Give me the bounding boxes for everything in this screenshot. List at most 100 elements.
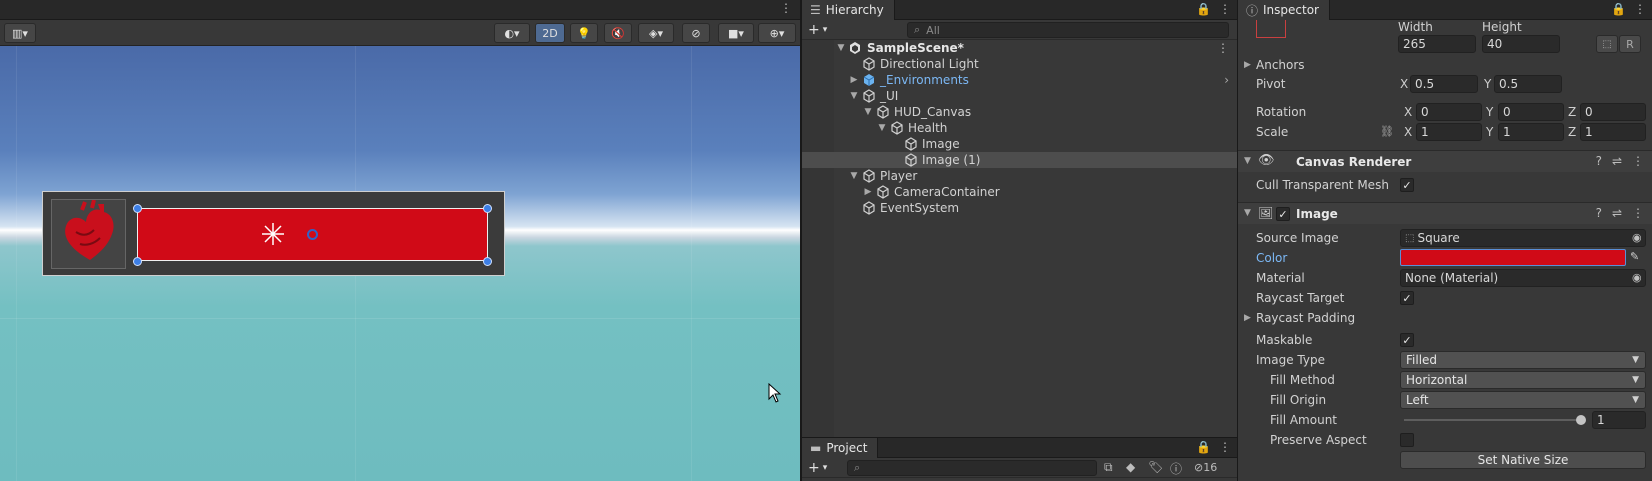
anchor-icon[interactable] [261, 222, 285, 246]
fill-amount-field[interactable]: 1 [1592, 411, 1646, 429]
panel-menu-icon[interactable]: ⋮ [1634, 2, 1646, 16]
raycast-padding-row[interactable]: ▶ Raycast Padding [1238, 308, 1652, 328]
hierarchy-item-hud-canvas[interactable]: ▼ HUD_Canvas [802, 104, 1237, 120]
cull-transparent-mesh-checkbox[interactable]: ✓ [1400, 178, 1414, 192]
rotation-y-field[interactable]: 0 [1498, 103, 1564, 121]
grid-snap-icon[interactable]: ▥▾ [4, 23, 36, 43]
create-button[interactable]: + ▾ [808, 22, 827, 38]
tab-project[interactable]: ▬ Project [802, 438, 879, 458]
expand-arrow-icon[interactable]: ▼ [849, 171, 859, 181]
width-field[interactable]: 265 [1398, 35, 1476, 53]
foldout-arrow-icon[interactable]: ▼ [1244, 156, 1251, 166]
panel-menu-icon[interactable]: ⋮ [1219, 2, 1231, 16]
expand-arrow-icon[interactable]: ▼ [836, 43, 846, 53]
hierarchy-item-samplescene[interactable]: ▼ SampleScene* ⋮ [802, 40, 1237, 56]
chevron-right-icon[interactable]: › [1224, 73, 1229, 87]
expand-arrow-icon[interactable]: ▼ [849, 91, 859, 101]
constrain-proportions-icon[interactable]: ⛓ [1380, 125, 1394, 138]
raycast-target-checkbox[interactable]: ✓ [1400, 291, 1414, 305]
source-image-field[interactable]: ⬚ Square [1400, 229, 1646, 247]
rect-handle-bottom-left[interactable] [133, 257, 142, 266]
project-search-input[interactable]: ⌕ [847, 460, 1097, 476]
camera-icon[interactable]: ■▾ [718, 23, 754, 43]
pivot-x-field[interactable]: 0.5 [1410, 75, 1478, 93]
hierarchy-item-image[interactable]: Image [802, 136, 1237, 152]
hierarchy-item-environments[interactable]: ▶ _Environments › [802, 72, 1237, 88]
set-native-size-button[interactable]: Set Native Size [1400, 451, 1646, 469]
hierarchy-search-input[interactable]: ⌕ All [907, 22, 1229, 38]
preset-icon[interactable]: ⇌ [1612, 206, 1622, 220]
blueprint-mode-icon[interactable]: ⬚ [1596, 35, 1618, 53]
2d-toggle-button[interactable]: 2D [535, 23, 565, 43]
hierarchy-item-player[interactable]: ▼ Player [802, 168, 1237, 184]
eyedropper-icon[interactable]: ✎ [1630, 250, 1639, 263]
search-by-type-icon[interactable]: ⧉ [1104, 460, 1113, 475]
warning-icon[interactable]: ⓘ [1170, 460, 1182, 477]
preset-icon[interactable]: ⇌ [1612, 154, 1622, 168]
image-type-dropdown[interactable]: Filled ▼ [1400, 351, 1646, 369]
color-swatch[interactable] [1400, 249, 1626, 266]
hierarchy-item-directional-light[interactable]: Directional Light [802, 56, 1237, 72]
gizmos-icon[interactable]: ⊕▾ [758, 23, 796, 43]
expand-arrow-icon[interactable]: ▼ [863, 107, 873, 117]
fill-amount-slider-track[interactable] [1404, 419, 1582, 421]
tab-hierarchy[interactable]: ☰ Hierarchy [802, 0, 895, 20]
object-picker-icon[interactable]: ◉ [1632, 231, 1642, 244]
rect-handle-top-right[interactable] [483, 204, 492, 213]
material-field[interactable]: None (Material) [1400, 269, 1646, 287]
hierarchy-item-image-1[interactable]: Image (1) [802, 152, 1237, 168]
expand-arrow-icon[interactable]: ▶ [849, 75, 859, 85]
height-field[interactable]: 40 [1482, 35, 1560, 53]
fill-amount-slider-thumb[interactable] [1576, 415, 1586, 425]
image-component-header[interactable]: ▼ 🖼 ✓ Image ? ⇌ ⋮ [1238, 202, 1652, 224]
hidden-packages-toggle[interactable]: ⊘16 [1194, 461, 1217, 474]
hierarchy-item-health[interactable]: ▼ Health [802, 120, 1237, 136]
raw-edit-button[interactable]: R [1619, 35, 1641, 53]
foldout-arrow-icon[interactable]: ▶ [1244, 313, 1251, 323]
expand-arrow-icon[interactable]: ▶ [863, 187, 873, 197]
lock-icon[interactable]: 🔒 [1196, 2, 1211, 16]
scale-y-field[interactable]: 1 [1498, 123, 1564, 141]
filter-type-icon[interactable]: ◆ [1126, 460, 1135, 474]
filter-label-icon[interactable]: 🏷 [1148, 460, 1163, 474]
fill-method-dropdown[interactable]: Horizontal ▼ [1400, 371, 1646, 389]
help-icon[interactable]: ? [1596, 206, 1602, 220]
help-icon[interactable]: ? [1596, 154, 1602, 168]
canvas-renderer-header[interactable]: ▼ 👁 Canvas Renderer ? ⇌ ⋮ [1238, 150, 1652, 172]
scene-view[interactable]: ⋮ ▥▾ ◐▾ 2D 💡 🔇 ◈▾ ⊘ ■▾ ⊕▾ [0, 0, 800, 481]
foldout-arrow-icon[interactable]: ▶ [1244, 60, 1251, 70]
scale-x-field[interactable]: 1 [1416, 123, 1482, 141]
lock-icon[interactable]: 🔒 [1196, 440, 1211, 454]
scene-visibility-icon[interactable]: ⊘ [682, 23, 710, 43]
maskable-checkbox[interactable]: ✓ [1400, 333, 1414, 347]
create-button[interactable]: + ▾ [808, 460, 827, 476]
anchors-row[interactable]: ▶ Anchors [1238, 55, 1652, 75]
rotation-x-field[interactable]: 0 [1416, 103, 1482, 121]
scene-more-icon[interactable]: ⋮ [780, 1, 792, 15]
object-picker-icon[interactable]: ◉ [1632, 271, 1642, 284]
anchor-preset-icon[interactable] [1256, 20, 1286, 38]
rect-handle-top-left[interactable] [133, 204, 142, 213]
component-menu-icon[interactable]: ⋮ [1632, 154, 1644, 168]
lock-icon[interactable]: 🔒 [1611, 2, 1626, 16]
preserve-aspect-checkbox[interactable] [1400, 433, 1414, 447]
scene-menu-icon[interactable]: ⋮ [1217, 41, 1229, 55]
hierarchy-item-eventsystem[interactable]: EventSystem [802, 200, 1237, 216]
tab-inspector[interactable]: ⓘ Inspector [1238, 0, 1330, 20]
fill-origin-dropdown[interactable]: Left ▼ [1400, 391, 1646, 409]
scale-z-field[interactable]: 1 [1580, 123, 1646, 141]
pivot-handle[interactable] [307, 229, 318, 240]
effects-icon[interactable]: ◈▾ [638, 23, 674, 43]
image-enabled-checkbox[interactable]: ✓ [1276, 207, 1290, 221]
shading-mode-icon[interactable]: ◐▾ [494, 23, 530, 43]
expand-arrow-icon[interactable]: ▼ [877, 123, 887, 133]
rotation-z-field[interactable]: 0 [1580, 103, 1646, 121]
hierarchy-item-ui[interactable]: ▼ _UI [802, 88, 1237, 104]
heart-image[interactable] [51, 199, 126, 269]
hierarchy-item-cameracontainer[interactable]: ▶ CameraContainer [802, 184, 1237, 200]
audio-icon[interactable]: 🔇 [604, 23, 632, 43]
panel-menu-icon[interactable]: ⋮ [1219, 440, 1231, 454]
component-menu-icon[interactable]: ⋮ [1632, 206, 1644, 220]
pivot-y-field[interactable]: 0.5 [1494, 75, 1562, 93]
rect-handle-bottom-right[interactable] [483, 257, 492, 266]
